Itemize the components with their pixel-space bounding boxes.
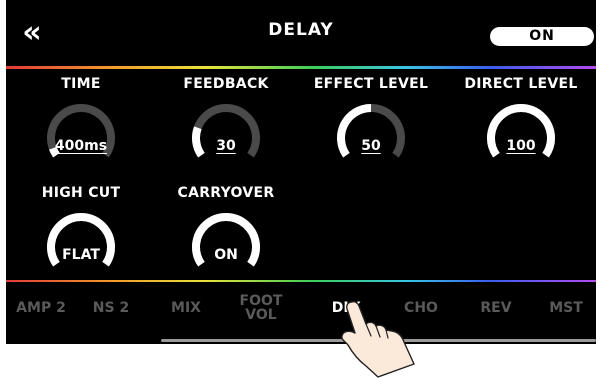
param-high-cut[interactable]: HIGH CUT FLAT bbox=[16, 185, 146, 281]
param-carryover[interactable]: CARRYOVER ON bbox=[161, 185, 291, 281]
knob-arc[interactable] bbox=[186, 209, 266, 273]
effect-tab-bar: AMP 2 NS 2 MIX FOOT VOL DLY CHO REV MST bbox=[6, 284, 596, 344]
param-time[interactable]: TIME 400ms bbox=[16, 76, 146, 172]
back-button[interactable]: « bbox=[14, 16, 50, 52]
tab-mst[interactable]: MST bbox=[531, 284, 601, 332]
tab-foot-vol[interactable]: FOOT VOL bbox=[231, 284, 291, 332]
tab-mix[interactable]: MIX bbox=[151, 284, 221, 332]
param-value: 400ms bbox=[54, 138, 108, 154]
tab-rev[interactable]: REV bbox=[461, 284, 531, 332]
tapping-hand-icon bbox=[341, 301, 415, 378]
tab-divider bbox=[6, 280, 596, 282]
knob-arc[interactable] bbox=[331, 100, 411, 164]
on-off-toggle[interactable]: ON bbox=[490, 27, 594, 46]
header-divider bbox=[6, 66, 596, 69]
knob-arc[interactable] bbox=[41, 100, 121, 164]
page-title: DELAY bbox=[268, 20, 334, 40]
double-chevron-left-icon: « bbox=[22, 15, 42, 50]
param-value: ON bbox=[214, 247, 238, 263]
tab-ns-2[interactable]: NS 2 bbox=[76, 284, 146, 332]
device-screen: « DELAY ON TIME 400ms FEEDBACK 30 EFFECT LEV… bbox=[6, 0, 596, 344]
header-bar: « DELAY ON bbox=[6, 0, 596, 66]
param-value: 50 bbox=[361, 138, 381, 154]
param-effect-level[interactable]: EFFECT LEVEL 50 bbox=[306, 76, 436, 172]
param-label: EFFECT LEVEL bbox=[313, 76, 429, 92]
param-feedback[interactable]: FEEDBACK 30 bbox=[161, 76, 291, 172]
knob-arc[interactable] bbox=[186, 100, 266, 164]
knob-arc[interactable] bbox=[481, 100, 561, 164]
param-value: 100 bbox=[506, 138, 536, 154]
param-label: TIME bbox=[61, 76, 101, 92]
param-label: HIGH CUT bbox=[41, 185, 121, 201]
param-value: 30 bbox=[216, 138, 236, 154]
param-label: DIRECT LEVEL bbox=[464, 76, 578, 92]
param-label: FEEDBACK bbox=[183, 76, 269, 92]
tab-amp-2[interactable]: AMP 2 bbox=[6, 284, 76, 332]
param-label: CARRYOVER bbox=[177, 185, 275, 201]
knob-arc[interactable] bbox=[41, 209, 121, 273]
param-direct-level[interactable]: DIRECT LEVEL 100 bbox=[456, 76, 586, 172]
param-value: FLAT bbox=[62, 247, 100, 263]
